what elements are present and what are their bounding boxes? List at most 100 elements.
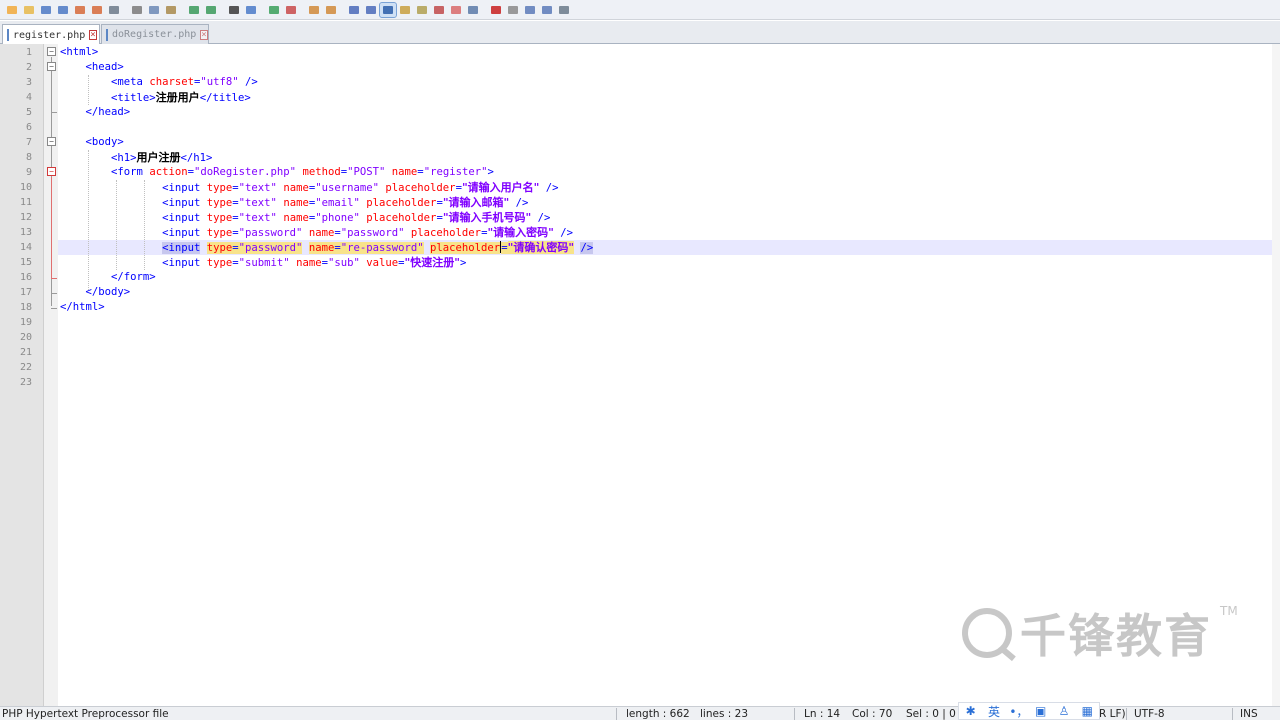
- fold-toggle-icon[interactable]: −: [47, 62, 56, 71]
- qf-logo-icon: [962, 608, 1012, 658]
- code-line-12: <input type="text" name="phone" placehol…: [162, 211, 551, 224]
- close-all-icon[interactable]: [89, 3, 105, 17]
- line-number: 6: [25, 122, 32, 133]
- status-length: length : 662: [626, 708, 690, 720]
- grid-menu-icon[interactable]: ▦: [1079, 704, 1095, 718]
- tab-close-icon[interactable]: ×: [200, 29, 208, 40]
- file-icon: [106, 28, 108, 41]
- indent-guide-icon[interactable]: [379, 1, 397, 18]
- code-line-5: </head>: [85, 106, 131, 118]
- toolbar: [0, 0, 1280, 20]
- ime-toolbar[interactable]: ✱ 英 •， ▣ ♙ ▦: [958, 702, 1100, 720]
- save-icon[interactable]: [38, 3, 54, 17]
- paw-icon[interactable]: ✱: [963, 704, 979, 718]
- code-line-15: <input type="submit" name="sub" value="快…: [162, 256, 467, 269]
- line-number: 15: [19, 257, 32, 268]
- line-number: 20: [19, 332, 32, 343]
- zoom-out-icon[interactable]: [283, 3, 299, 17]
- fold-toggle-icon[interactable]: −: [47, 167, 56, 176]
- cut-icon[interactable]: [129, 3, 145, 17]
- file-icon: [7, 29, 9, 41]
- ime-punctuation-toggle[interactable]: •，: [1009, 703, 1028, 720]
- line-number: 21: [19, 347, 32, 358]
- code-line-8: <h1>用户注册</h1>: [111, 151, 213, 164]
- line-number: 4: [25, 92, 32, 103]
- code-line-7: <body>: [85, 136, 124, 148]
- line-number: 7: [25, 137, 32, 148]
- tab-label: doRegister.php: [112, 29, 197, 40]
- save-all-icon[interactable]: [55, 3, 71, 17]
- replace-icon[interactable]: [243, 3, 259, 17]
- user-lang-icon[interactable]: [397, 3, 413, 17]
- fold-toggle-icon[interactable]: −: [47, 47, 56, 56]
- line-number: 17: [19, 287, 32, 298]
- line-number: 1: [25, 47, 32, 58]
- line-number: 9: [25, 167, 32, 178]
- user-icon[interactable]: ♙: [1056, 704, 1072, 718]
- line-number: 16: [19, 272, 32, 283]
- status-lines: lines : 23: [700, 708, 748, 720]
- status-language: PHP Hypertext Preprocessor file: [2, 708, 169, 720]
- line-number: 8: [25, 152, 32, 163]
- ime-language-toggle[interactable]: 英: [986, 703, 1002, 720]
- code-line-17: </body>: [85, 286, 131, 298]
- redo-icon[interactable]: [203, 3, 219, 17]
- code-line-16: </form>: [111, 271, 156, 283]
- save-macro-icon[interactable]: [556, 3, 572, 17]
- run-macro-icon[interactable]: [539, 3, 555, 17]
- doc-map-icon[interactable]: [414, 3, 430, 17]
- code-line-2: <head>: [85, 61, 124, 73]
- folder-workspace-icon[interactable]: [448, 3, 464, 17]
- code-line-1: <html>: [60, 46, 99, 58]
- paste-icon[interactable]: [163, 3, 179, 17]
- sync-v-icon[interactable]: [306, 3, 322, 17]
- code-line-13: <input type="password" name="password" p…: [162, 226, 574, 239]
- copy-icon[interactable]: [146, 3, 162, 17]
- new-file-icon[interactable]: [4, 3, 20, 17]
- watermark-text: 千锋教育: [1020, 609, 1212, 663]
- code-line-14: <input type="password" name="re-password…: [162, 241, 594, 254]
- record-macro-icon[interactable]: [488, 3, 504, 17]
- line-number: 14: [19, 242, 32, 253]
- code-line-18: </html>: [60, 301, 105, 313]
- status-insert-mode: INS: [1240, 708, 1258, 720]
- toolbox-icon[interactable]: ▣: [1033, 704, 1049, 718]
- monitor-icon[interactable]: [465, 3, 481, 17]
- print-icon[interactable]: [106, 3, 122, 17]
- code-editor[interactable]: 1 2 3 4 5 6 7 8 9 10 11 12 13 14 15 16 1…: [0, 44, 1280, 706]
- line-number: 23: [19, 377, 32, 388]
- code-line-11: <input type="text" name="email" placehol…: [162, 196, 529, 209]
- line-number: 19: [19, 317, 32, 328]
- show-all-chars-icon[interactable]: [363, 3, 379, 17]
- status-eol: R LF): [1099, 708, 1126, 720]
- status-encoding: UTF-8: [1134, 708, 1165, 720]
- tab-register-php[interactable]: register.php ×: [2, 24, 100, 45]
- undo-icon[interactable]: [186, 3, 202, 17]
- play-macro-icon[interactable]: [522, 3, 538, 17]
- word-wrap-icon[interactable]: [346, 3, 362, 17]
- status-col: Col : 70: [852, 708, 893, 720]
- zoom-in-icon[interactable]: [266, 3, 282, 17]
- line-number: 5: [25, 107, 32, 118]
- watermark: 千锋教育 TM: [962, 600, 1242, 666]
- stop-macro-icon[interactable]: [505, 3, 521, 17]
- code-line-4: <title>注册用户</title>: [111, 91, 251, 104]
- tab-doregister-php[interactable]: doRegister.php ×: [101, 24, 209, 44]
- open-file-icon[interactable]: [21, 3, 37, 17]
- line-number: 11: [19, 197, 32, 208]
- code-line-9: <form action="doRegister.php" method="PO…: [111, 166, 494, 178]
- function-list-icon[interactable]: [431, 3, 447, 17]
- code-line-10: <input type="text" name="username" place…: [162, 181, 559, 194]
- sync-h-icon[interactable]: [323, 3, 339, 17]
- vertical-scrollbar[interactable]: [1272, 44, 1280, 706]
- line-number: 22: [19, 362, 32, 373]
- find-icon[interactable]: [226, 3, 242, 17]
- line-number: 10: [19, 182, 32, 193]
- line-number: 13: [19, 227, 32, 238]
- status-sel: Sel : 0 | 0: [906, 708, 956, 720]
- tab-bar: register.php × doRegister.php ×: [0, 21, 1280, 45]
- line-number: 12: [19, 212, 32, 223]
- close-icon[interactable]: [72, 3, 88, 17]
- fold-toggle-icon[interactable]: −: [47, 137, 56, 146]
- tab-close-icon[interactable]: ×: [89, 30, 97, 40]
